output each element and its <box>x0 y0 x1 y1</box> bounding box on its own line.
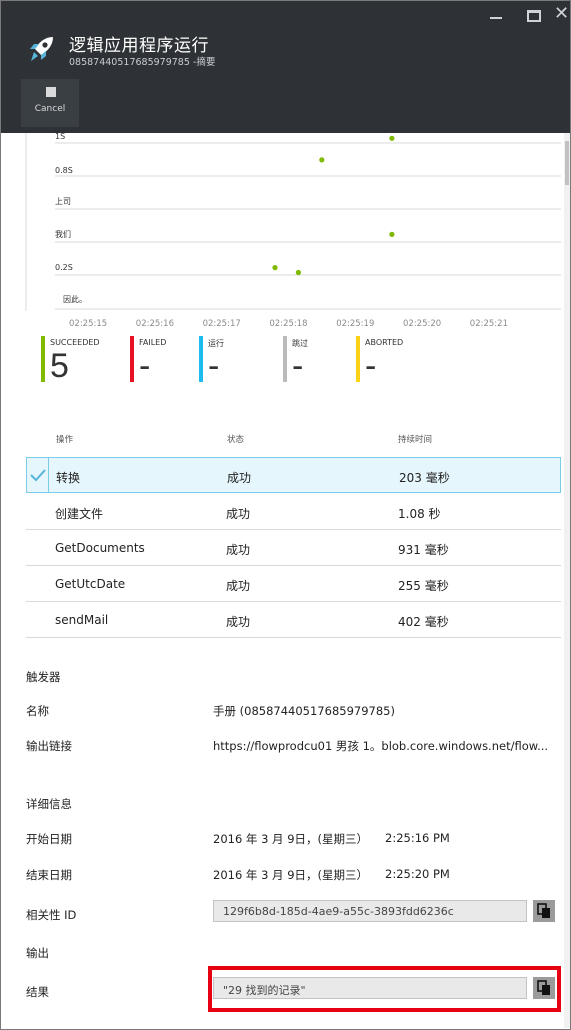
maximize-icon[interactable] <box>527 10 541 22</box>
status-label: SUCCEEDED <box>50 338 100 347</box>
start-date-value: 2016 年 3 月 9日，(星期三） <box>213 832 369 846</box>
page-title: 逻辑应用程序运行 <box>69 36 209 56</box>
action-cell: sendMail <box>55 613 109 627</box>
copy-icon <box>537 903 550 918</box>
result-highlight-box <box>208 966 561 1012</box>
duration-cell: 203 毫秒 <box>399 471 450 485</box>
y-tick-label: 1S <box>55 132 66 141</box>
action-cell: GetUtcDate <box>55 577 126 591</box>
status-cell: 成功 <box>226 579 251 593</box>
end-date-value: 2016 年 3 月 9日，(星期三） <box>213 868 369 882</box>
status-label: FAILED <box>139 338 167 347</box>
duration-cell: 255 毫秒 <box>398 579 449 593</box>
end-time-value: 2:25:20 PM <box>385 867 450 881</box>
x-tick-label: 02:25:18 <box>269 319 308 329</box>
status-cell: 成功 <box>227 471 252 485</box>
status-color-bar <box>356 336 360 382</box>
status-label: ABORTED <box>365 338 404 347</box>
chart-data-point[interactable] <box>295 269 301 276</box>
trigger-name-label: 名称 <box>26 704 49 718</box>
checkmark-icon <box>30 469 46 482</box>
status-count: 5 <box>50 347 69 385</box>
stop-icon <box>46 87 56 97</box>
table-row[interactable]: 创建文件 成功 1.08 秒 <box>26 494 561 530</box>
status-tile-3[interactable]: 跳过 - <box>283 336 363 384</box>
chart-data-point[interactable] <box>389 135 395 141</box>
chart-data-point[interactable] <box>272 265 278 271</box>
status-count: - <box>365 347 377 385</box>
status-cell: 成功 <box>226 507 251 521</box>
table-row[interactable]: sendMail 成功 402 毫秒 <box>26 602 561 638</box>
duration-cell: 1.08 秒 <box>398 507 441 521</box>
start-time-value: 2:25:16 PM <box>385 831 450 845</box>
status-count: - <box>292 347 304 385</box>
status-tile-1[interactable]: FAILED - <box>130 336 210 384</box>
y-tick-label: 我们 <box>55 230 71 239</box>
x-tick-label: 02:25:15 <box>69 319 108 329</box>
run-id-subtitle: 08587440517685979785 -摘要 <box>69 57 216 68</box>
x-tick-label: 02:25:19 <box>336 319 375 329</box>
status-cell: 成功 <box>226 543 251 557</box>
trigger-section-title: 触发器 <box>26 670 61 684</box>
output-link-label: 输出链接 <box>26 739 72 753</box>
correlation-id-field[interactable]: 129f6b8d-185d-4ae9-a55c-3893fdd6236c <box>213 900 527 922</box>
rocket-icon <box>30 37 53 61</box>
copy-correlation-button[interactable] <box>533 900 555 922</box>
result-label: 结果 <box>26 985 49 999</box>
x-tick-label: 02:25:16 <box>135 319 174 329</box>
trigger-name-value: 手册 (08587440517685979785) <box>213 704 395 718</box>
output-link[interactable]: https://flowprodcu01 男孩 1。blob.core.wind… <box>213 738 548 754</box>
status-count: - <box>208 347 220 385</box>
column-header-status[interactable]: 状态 <box>227 433 244 445</box>
table-row[interactable]: GetDocuments 成功 931 毫秒 <box>26 530 561 566</box>
y-tick-label: 上司 <box>55 197 71 206</box>
x-tick-label: 02:25:21 <box>469 319 508 329</box>
action-cell: 转换 <box>56 471 81 485</box>
action-cell: GetDocuments <box>55 541 145 555</box>
status-tile-4[interactable]: ABORTED - <box>356 336 436 384</box>
status-tile-0[interactable]: SUCCEEDED 5 <box>41 336 121 384</box>
status-count: - <box>139 347 151 385</box>
column-header-action[interactable]: 操作 <box>56 433 73 445</box>
correlation-id-label: 相关性 ID <box>26 908 77 922</box>
blade-header: ✕ 逻辑应用程序运行 08587440517685979785 -摘要 Canc… <box>1 1 570 133</box>
minimize-icon[interactable] <box>490 17 502 19</box>
x-tick-label: 02:25:20 <box>403 319 442 329</box>
table-row[interactable]: GetUtcDate 成功 255 毫秒 <box>26 566 561 602</box>
status-color-bar <box>283 336 287 382</box>
status-cell: 成功 <box>226 615 251 629</box>
status-color-bar <box>41 336 45 382</box>
chart-data-point[interactable] <box>389 231 395 237</box>
status-color-bar <box>199 336 203 382</box>
x-tick-label: 02:25:17 <box>202 319 241 329</box>
outputs-section-title: 输出 <box>26 946 49 960</box>
column-header-duration[interactable]: 持续时间 <box>398 433 432 445</box>
row-select-checkbox[interactable] <box>27 458 49 492</box>
duration-cell: 931 毫秒 <box>398 543 449 557</box>
close-icon[interactable]: ✕ <box>554 5 569 23</box>
details-section-title: 详细信息 <box>26 797 72 811</box>
cancel-button[interactable]: Cancel <box>21 79 79 127</box>
table-row[interactable]: 转换 成功 203 毫秒 <box>26 457 561 493</box>
y-tick-label: 0.8S <box>55 166 73 175</box>
chart-data-point[interactable] <box>319 157 325 163</box>
duration-cell: 402 毫秒 <box>398 615 449 629</box>
y-tick-label: 因此。 <box>63 295 87 304</box>
action-cell: 创建文件 <box>55 507 104 521</box>
status-color-bar <box>130 336 134 382</box>
scrollbar-thumb[interactable] <box>565 141 569 185</box>
status-tile-2[interactable]: 运行 - <box>199 336 279 384</box>
start-date-label: 开始日期 <box>26 832 72 846</box>
blade: ✕ 逻辑应用程序运行 08587440517685979785 -摘要 Canc… <box>0 0 571 1030</box>
scrollbar-track[interactable] <box>564 133 570 1028</box>
cancel-label: Cancel <box>34 104 66 114</box>
y-tick-label: 0.2S <box>55 263 73 272</box>
end-date-label: 结束日期 <box>26 868 72 882</box>
